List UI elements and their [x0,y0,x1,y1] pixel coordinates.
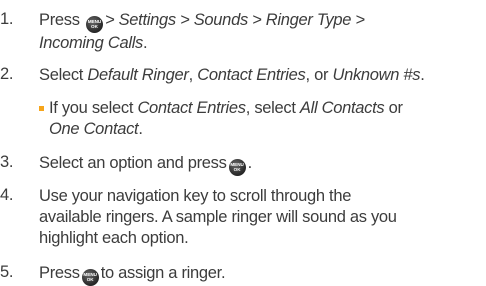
step-number: 4. [0,186,14,204]
step-text: Select an option and press MENU OK. [39,153,252,176]
menu-path: > Settings > Sounds > Ringer Type > [104,11,365,29]
bullet-marker [39,106,44,111]
instructions-page: 1. Press MENU OK > Settings > Sounds > Rin… [0,0,486,286]
step-number: 3. [0,153,14,171]
step-number: 5. [0,263,14,281]
step-text: Press MENU OK > Settings > Sounds > Ringer… [39,11,365,52]
step-number: 1. [0,10,14,28]
menu-ok-button-icon: MENU OK [85,15,103,33]
bullet-text: If you select Contact Entries, select Al… [49,99,403,138]
menu-ok-button-icon: MENU OK [228,158,246,176]
step-text: Use your navigation key to scroll throug… [39,187,397,247]
menu-ok-button-icon: MENU OK [81,268,99,286]
step-number: 2. [0,65,14,83]
step-text: Select Default Ringer, Contact Entries, … [39,66,425,84]
step-text: Press MENU OK to assign a ringer. [39,263,226,286]
menu-path-end: Incoming Calls [39,33,144,52]
